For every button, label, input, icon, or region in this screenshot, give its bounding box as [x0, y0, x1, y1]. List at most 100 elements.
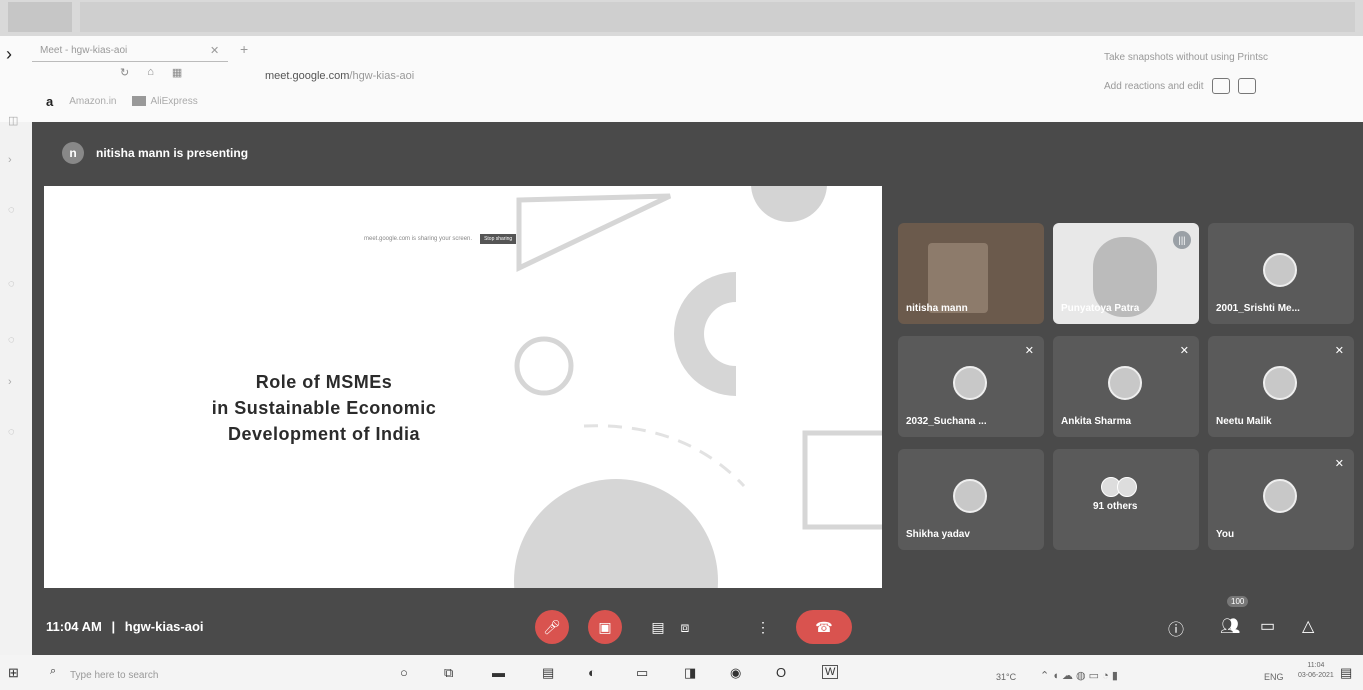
snip-icon[interactable] — [1211, 78, 1230, 94]
rail-icon[interactable]: ◫ — [8, 114, 18, 127]
task-view-icon[interactable]: ⧉ — [444, 665, 453, 681]
edit-icon[interactable] — [1237, 78, 1256, 94]
bookmarks-bar: a Amazon.in AliExpress — [46, 94, 198, 109]
snip-hint-text: Add reactions and edit — [1104, 80, 1204, 92]
word-icon[interactable]: W — [822, 665, 839, 679]
home-icon[interactable]: ⌂ — [147, 66, 154, 79]
more-vert-icon: ⋮ — [756, 618, 770, 635]
language-indicator[interactable]: ENG — [1264, 672, 1284, 682]
slide-title-line: Development of India — [227, 424, 421, 444]
participant-avatar — [1108, 366, 1142, 400]
blurred-block — [8, 2, 72, 32]
separator: | — [111, 619, 116, 634]
temperature: 31°C — [996, 672, 1017, 682]
sidebar-toggle-icon[interactable]: › — [6, 44, 12, 65]
arc-shape — [673, 272, 736, 396]
rail-icon[interactable]: ◌ — [8, 278, 15, 290]
mic-off-icon: ✕ — [1179, 345, 1189, 357]
participant-tile[interactable]: ✕ 2032_Suchana ... — [898, 336, 1044, 437]
taskbar: ⊞ ⌕ Type here to search ○ ⧉ ▬ ▤ ◐ ▭ ◨ ◉ … — [0, 655, 1363, 690]
more-options-button[interactable]: ⋮ — [746, 610, 780, 644]
participant-tile[interactable]: 91 others — [1053, 449, 1199, 550]
opera-icon[interactable]: O — [776, 665, 786, 680]
taskbar-clock[interactable]: 11:04 03-06-2021 — [1298, 661, 1334, 681]
clock-date: 03-06-2021 — [1298, 672, 1334, 679]
rail-icon[interactable]: ◌ — [8, 426, 15, 438]
folder-icon[interactable]: ▭ — [636, 665, 648, 681]
presenter-avatar: n — [62, 142, 84, 164]
stop-sharing-button[interactable]: Stop sharing — [480, 234, 517, 244]
address-bar[interactable]: meet.google.com/hgw-kias-aoi — [265, 70, 414, 82]
extension-icon[interactable]: ▦ — [172, 66, 182, 79]
camera-toggle-button[interactable]: ▣ — [588, 610, 622, 644]
participant-tile[interactable]: ✕ Ankita Sharma — [1053, 336, 1199, 437]
camera-off-icon: ▣ — [598, 618, 612, 635]
leave-call-button[interactable]: ☎ — [796, 610, 852, 644]
clock-time: 11:04 — [1307, 662, 1325, 669]
chat-icon: ▭ — [1260, 618, 1276, 635]
reload-icon[interactable]: ↻ — [120, 66, 129, 79]
slide-title-line: in Sustainable Economic — [211, 398, 437, 418]
taskbar-search[interactable]: Type here to search — [70, 670, 158, 681]
app-icon[interactable]: ▬ — [492, 665, 505, 680]
participant-name: Neetu Malik — [1216, 416, 1272, 427]
participant-tile[interactable]: ||| Punyatoya Patra — [1053, 223, 1199, 324]
tab-title: Meet - hgw-kias-aoi — [40, 45, 128, 56]
bookmark-label: AliExpress — [150, 96, 198, 107]
dashed-arc-shape — [583, 424, 746, 488]
edge-icon[interactable]: ◐ — [588, 665, 596, 680]
browser-tab[interactable]: Meet - hgw-kias-aoi — [32, 42, 228, 62]
mic-toggle-button[interactable]: 🎤︎ — [535, 610, 569, 644]
share-notice: meet.google.com is sharing your screen. … — [364, 234, 517, 244]
participant-tile[interactable]: 2001_Srishti Me... — [1208, 223, 1354, 324]
tray-icons[interactable]: ⌃ ◖ ☁ ◍ ▭ ◔ ▮ — [1040, 669, 1118, 682]
store-icon[interactable]: ▤ — [542, 665, 554, 681]
rail-icon[interactable]: ◌ — [8, 334, 15, 346]
participant-avatar — [953, 479, 987, 513]
activities-button[interactable]: △ — [1302, 616, 1314, 636]
mic-off-icon: ✕ — [1334, 345, 1344, 357]
participant-tile[interactable]: ✕ You — [1208, 449, 1354, 550]
meeting-details-button[interactable]: ⓘ — [1168, 616, 1184, 640]
participant-name: Shikha yadav — [906, 529, 970, 540]
chrome-icon[interactable]: ◉ — [730, 665, 741, 681]
participant-avatar — [1263, 253, 1297, 287]
url-path: /hgw-kias-aoi — [349, 70, 415, 82]
browser-chrome: › Meet - hgw-kias-aoi ✕ + ↻ ⌂ ▦ meet.goo… — [0, 36, 1363, 122]
notifications-icon[interactable]: ▤ — [1340, 665, 1352, 681]
rail-icon[interactable]: › — [8, 376, 12, 388]
people-icon: 👥︎ — [1220, 618, 1241, 635]
rail-icon[interactable]: ◌ — [8, 204, 15, 216]
presenting-text: nitisha mann is presenting — [96, 146, 249, 160]
participant-avatar — [953, 366, 987, 400]
presenting-banner: n nitisha mann is presenting — [62, 142, 248, 164]
nav-icons: ↻ ⌂ ▦ — [120, 66, 182, 79]
cortana-icon[interactable]: ○ — [400, 665, 408, 680]
chat-button[interactable]: ▭ — [1260, 616, 1275, 636]
participant-avatar — [1263, 366, 1297, 400]
snip-hint: Take snapshots without using Printsc — [1104, 52, 1268, 63]
bookmark-aliexpress[interactable]: AliExpress — [132, 96, 198, 107]
meeting-info: 11:04 AM | hgw-kias-aoi — [46, 619, 204, 634]
present-screen-icon: ⧈ — [680, 618, 690, 635]
shared-slide: meet.google.com is sharing your screen. … — [44, 186, 882, 588]
rail-icon[interactable]: › — [8, 154, 12, 166]
participant-avatar — [1263, 479, 1297, 513]
meeting-time: 11:04 AM — [46, 619, 102, 634]
participant-tile[interactable]: Shikha yadav — [898, 449, 1044, 550]
app-icon[interactable]: ◨ — [684, 665, 696, 681]
info-icon: ⓘ — [1168, 622, 1185, 639]
participant-tile[interactable]: nitisha mann — [898, 223, 1044, 324]
bookmark-amazon[interactable]: Amazon.in — [69, 96, 116, 107]
people-button[interactable]: 👥︎ — [1220, 616, 1240, 636]
captions-icon: ▤ — [651, 618, 665, 635]
search-icon[interactable]: ⌕ — [50, 665, 56, 678]
new-tab-icon[interactable]: + — [240, 41, 248, 57]
close-tab-icon[interactable]: ✕ — [210, 44, 219, 57]
slide-title: Role of MSMEs in Sustainable Economic De… — [134, 369, 514, 447]
amazon-bookmark-icon[interactable]: a — [46, 94, 53, 109]
present-button[interactable]: ⧈ — [668, 610, 702, 644]
windows-start-icon[interactable]: ⊞ — [8, 665, 19, 681]
participant-tile[interactable]: ✕ Neetu Malik — [1208, 336, 1354, 437]
participant-name: You — [1216, 529, 1235, 540]
